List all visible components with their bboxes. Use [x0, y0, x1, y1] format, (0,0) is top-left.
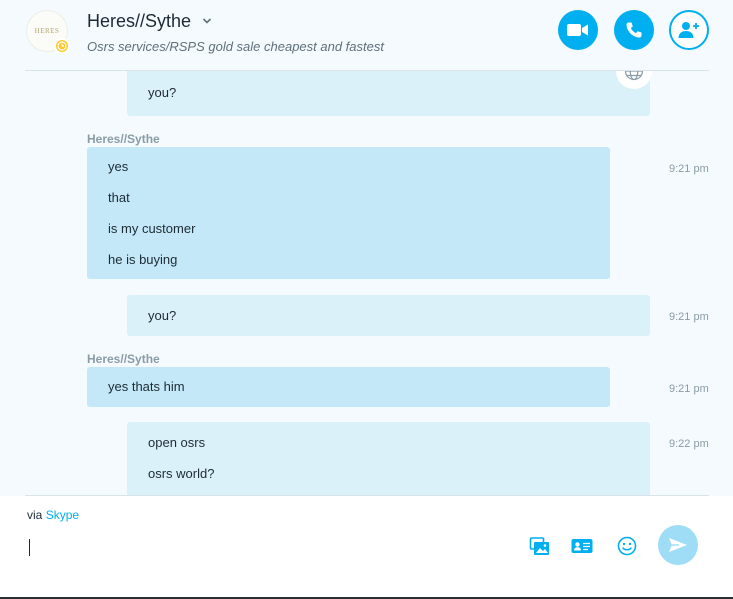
away-status-badge — [54, 38, 70, 54]
emoji-button[interactable] — [615, 534, 639, 558]
text-caret — [29, 539, 30, 556]
message-time: 9:22 pm — [669, 438, 709, 450]
message-time: 9:21 pm — [669, 311, 709, 323]
sender-name: Heres//Sythe — [87, 132, 160, 146]
video-call-icon — [567, 24, 588, 36]
message-text: yes — [108, 159, 129, 174]
message-text: osrs world? — [148, 466, 215, 481]
message-bubble[interactable]: yes thats him — [87, 367, 610, 407]
message-text: you? — [148, 308, 177, 323]
emoji-icon — [617, 536, 637, 556]
message-text: open osrs — [148, 435, 206, 450]
via-label: via Skype — [27, 508, 79, 522]
via-skype-link[interactable]: Skype — [46, 508, 79, 522]
message-composer: via Skype — [0, 496, 733, 599]
message-input[interactable] — [27, 536, 507, 558]
message-bubble[interactable]: yes that is my customer he is buying — [87, 147, 610, 279]
sender-name: Heres//Sythe — [87, 352, 160, 366]
conversation-header: HERES Heres//Sythe Osrs services/RSPS go… — [0, 0, 733, 70]
message-text: is my customer — [108, 221, 196, 236]
phone-icon — [626, 22, 642, 38]
send-contact-button[interactable] — [570, 534, 594, 558]
add-participant-button[interactable] — [669, 10, 709, 50]
send-icon — [669, 538, 687, 552]
send-button[interactable] — [658, 525, 698, 565]
message-bubble[interactable]: you? — [127, 295, 650, 336]
chat-window: HERES Heres//Sythe Osrs services/RSPS go… — [0, 0, 733, 599]
video-call-button[interactable] — [558, 10, 598, 50]
message-text: you? — [148, 85, 177, 100]
message-text: that — [108, 190, 130, 205]
clock-icon — [57, 41, 67, 51]
message-time: 9:21 pm — [669, 163, 709, 175]
message-bubble[interactable]: open osrs osrs world? — [127, 422, 650, 495]
add-person-icon — [678, 22, 699, 38]
send-media-button[interactable] — [528, 534, 552, 558]
message-list[interactable]: you? Heres//Sythe yes that is my custome… — [0, 71, 733, 495]
via-prefix: via — [27, 508, 43, 522]
mood-message: Osrs services/RSPS gold sale cheapest an… — [87, 39, 384, 54]
message-text: he is buying — [108, 252, 178, 267]
chevron-down-icon[interactable] — [202, 17, 212, 25]
message-time: 9:21 pm — [669, 383, 709, 395]
audio-call-button[interactable] — [614, 10, 654, 50]
globe-icon — [624, 71, 644, 81]
avatar-logo: HERES — [34, 27, 60, 35]
message-text: yes thats him — [108, 379, 185, 394]
contact-card-icon — [571, 539, 593, 553]
message-bubble[interactable]: you? — [127, 71, 650, 116]
media-icon — [529, 537, 549, 555]
contact-name[interactable]: Heres//Sythe — [87, 11, 191, 32]
